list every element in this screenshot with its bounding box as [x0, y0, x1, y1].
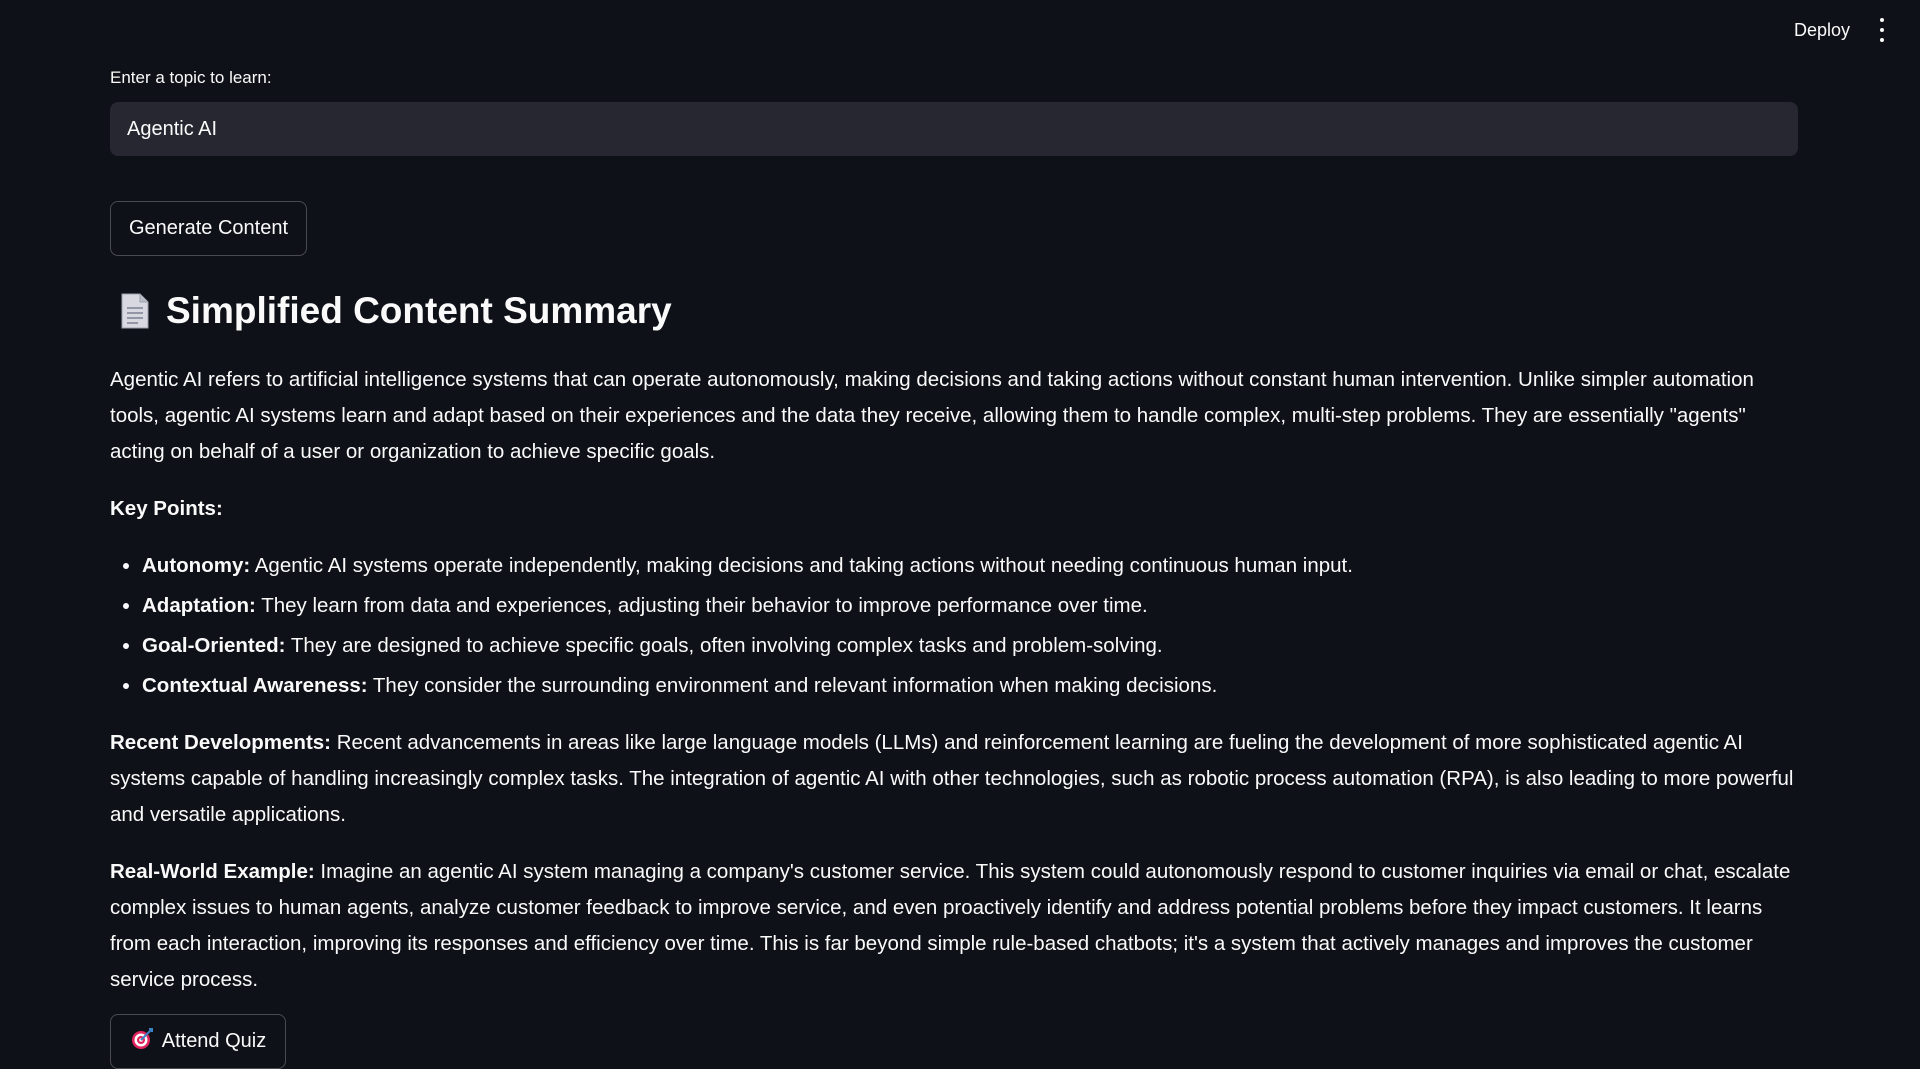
- key-points-list: Autonomy: Agentic AI systems operate ind…: [110, 548, 1800, 704]
- key-point-term: Goal-Oriented:: [142, 634, 286, 657]
- key-point-text: Agentic AI systems operate independently…: [250, 554, 1353, 577]
- recent-developments-text: Recent advancements in areas like large …: [110, 731, 1794, 826]
- key-point-text: They consider the surrounding environmen…: [367, 674, 1218, 697]
- key-point-item: Contextual Awareness: They consider the …: [142, 668, 1800, 704]
- key-point-text: They are designed to achieve specific go…: [285, 634, 1163, 657]
- attend-quiz-label: Attend Quiz: [161, 1030, 267, 1052]
- key-point-item: Goal-Oriented: They are designed to achi…: [142, 628, 1800, 664]
- summary-content: Agentic AI refers to artificial intellig…: [110, 362, 1800, 1019]
- key-point-item: Adaptation: They learn from data and exp…: [142, 588, 1800, 624]
- real-world-example-text: Imagine an agentic AI system managing a …: [110, 860, 1791, 991]
- key-point-term: Contextual Awareness:: [142, 674, 368, 697]
- target-icon: [130, 1027, 154, 1057]
- attend-quiz-button[interactable]: Attend Quiz: [110, 1014, 286, 1069]
- topic-input-label: Enter a topic to learn:: [110, 68, 272, 87]
- key-points-heading: Key Points:: [110, 497, 223, 520]
- key-point-term: Autonomy:: [142, 554, 251, 577]
- app-header: Deploy: [0, 0, 1920, 60]
- key-point-term: Adaptation:: [142, 594, 256, 617]
- summary-heading: Simplified Content Summary: [110, 290, 672, 332]
- intro-paragraph: Agentic AI refers to artificial intellig…: [110, 368, 1754, 463]
- key-point-text: They learn from data and experiences, ad…: [255, 594, 1148, 617]
- topic-input[interactable]: [110, 102, 1798, 156]
- generate-content-button[interactable]: Generate Content: [110, 201, 307, 256]
- recent-developments-term: Recent Developments:: [110, 731, 332, 754]
- key-point-item: Autonomy: Agentic AI systems operate ind…: [142, 548, 1800, 584]
- summary-title: Simplified Content Summary: [166, 290, 672, 331]
- deploy-button[interactable]: Deploy: [1794, 16, 1850, 44]
- document-icon: [120, 292, 150, 330]
- real-world-example-term: Real-World Example:: [110, 860, 315, 883]
- real-world-example-paragraph: Real-World Example: Imagine an agentic A…: [110, 854, 1800, 998]
- kebab-menu-icon[interactable]: [1874, 18, 1890, 42]
- recent-developments-paragraph: Recent Developments: Recent advancements…: [110, 725, 1800, 833]
